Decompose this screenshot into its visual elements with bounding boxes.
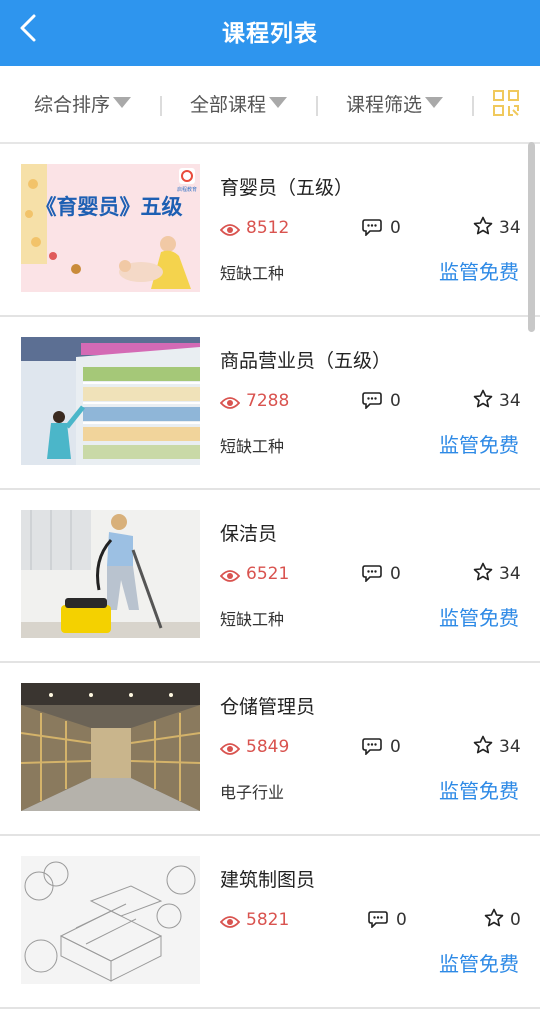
eye-icon [219, 397, 241, 409]
divider [472, 96, 474, 116]
course-thumbnail [21, 856, 200, 984]
view-count: 8512 [219, 218, 290, 238]
view-count-value: 5821 [246, 910, 290, 930]
course-category: 短缺工种 [220, 437, 285, 456]
view-count-value: 6521 [246, 564, 290, 584]
comment-count-value: 0 [390, 391, 401, 411]
comment-icon [362, 565, 382, 583]
course-price: 监管免费 [439, 433, 519, 457]
cover-logo-text: 启程教育 [177, 186, 197, 193]
view-count: 5849 [219, 737, 290, 757]
dropdown-arrow-icon [113, 97, 132, 108]
course-screen-filter[interactable]: 课程筛选 [346, 66, 444, 142]
sort-filter-label: 综合排序 [34, 94, 111, 116]
divider [160, 96, 162, 116]
favorite-count-value: 34 [499, 391, 521, 411]
course-thumbnail [21, 337, 200, 465]
app-header: 课程列表 [0, 0, 540, 66]
courses-filter[interactable]: 全部课程 [190, 66, 288, 142]
comment-count-value: 0 [390, 737, 401, 757]
star-icon [473, 735, 493, 754]
view-count-value: 7288 [246, 391, 290, 411]
comment-count: 0 [362, 737, 401, 757]
course-price: 监管免费 [439, 779, 519, 803]
page-title: 课程列表 [222, 21, 318, 47]
course-item[interactable]: 启程教育 《育婴员》五级 育婴员（五级） 8512 0 34 短缺工种 监管免费 [0, 144, 540, 317]
course-price: 监管免费 [439, 260, 519, 284]
dropdown-arrow-icon [425, 97, 444, 108]
star-icon [484, 908, 504, 927]
favorite-count: 34 [473, 216, 521, 238]
view-count-value: 8512 [246, 218, 290, 238]
comment-count-value: 0 [390, 218, 401, 238]
course-category: 短缺工种 [220, 264, 285, 283]
course-thumbnail [21, 683, 200, 811]
course-item[interactable]: 建筑制图员 5821 0 0 监管免费 [0, 836, 540, 1009]
star-icon [473, 389, 493, 408]
comment-count-value: 0 [390, 564, 401, 584]
course-item[interactable]: 商品营业员（五级） 7288 0 34 短缺工种 监管免费 [0, 317, 540, 490]
favorite-count-value: 34 [499, 218, 521, 238]
favorite-count: 34 [473, 389, 521, 411]
comment-count: 0 [368, 910, 407, 930]
comment-count: 0 [362, 218, 401, 238]
course-list: 启程教育 《育婴员》五级 育婴员（五级） 8512 0 34 短缺工种 监管免费 [0, 144, 540, 1009]
qr-code-button[interactable] [492, 89, 520, 117]
favorite-count: 34 [473, 735, 521, 757]
scrollbar[interactable] [528, 142, 535, 332]
comment-count: 0 [362, 391, 401, 411]
divider [316, 96, 318, 116]
eye-icon [219, 224, 241, 236]
qr-code-icon [493, 90, 519, 116]
course-name: 育婴员（五级） [220, 177, 354, 199]
view-count-value: 5849 [246, 737, 290, 757]
cover-title-text: 《育婴员》五级 [36, 195, 183, 219]
filter-bar: 综合排序 全部课程 课程筛选 [0, 66, 540, 144]
comment-icon [362, 219, 382, 237]
view-count: 7288 [219, 391, 290, 411]
eye-icon [219, 916, 241, 928]
course-category: 短缺工种 [220, 610, 285, 629]
eye-icon [219, 743, 241, 755]
view-count: 5821 [219, 910, 290, 930]
course-price: 监管免费 [439, 952, 519, 976]
dropdown-arrow-icon [269, 97, 288, 108]
favorite-count-value: 34 [499, 564, 521, 584]
course-price: 监管免费 [439, 606, 519, 630]
course-name: 建筑制图员 [220, 869, 316, 891]
course-item[interactable]: 仓储管理员 5849 0 34 电子行业 监管免费 [0, 663, 540, 836]
favorite-count-value: 0 [510, 910, 521, 930]
view-count: 6521 [219, 564, 290, 584]
course-name: 保洁员 [220, 523, 278, 545]
course-screen-filter-label: 课程筛选 [346, 94, 423, 116]
comment-icon [362, 738, 382, 756]
eye-icon [219, 570, 241, 582]
course-name: 仓储管理员 [220, 696, 316, 718]
course-category: 电子行业 [220, 783, 285, 802]
course-name: 商品营业员（五级） [220, 350, 392, 372]
favorite-count-value: 34 [499, 737, 521, 757]
comment-count-value: 0 [396, 910, 407, 930]
star-icon [473, 216, 493, 235]
course-item[interactable]: 保洁员 6521 0 34 短缺工种 监管免费 [0, 490, 540, 663]
favorite-count: 34 [473, 562, 521, 584]
courses-filter-label: 全部课程 [190, 94, 267, 116]
course-thumbnail: 启程教育 《育婴员》五级 [21, 164, 200, 292]
course-thumbnail [21, 510, 200, 638]
favorite-count: 0 [484, 908, 521, 930]
sort-filter[interactable]: 综合排序 [34, 66, 132, 142]
comment-icon [368, 911, 388, 929]
comment-icon [362, 392, 382, 410]
star-icon [473, 562, 493, 581]
comment-count: 0 [362, 564, 401, 584]
